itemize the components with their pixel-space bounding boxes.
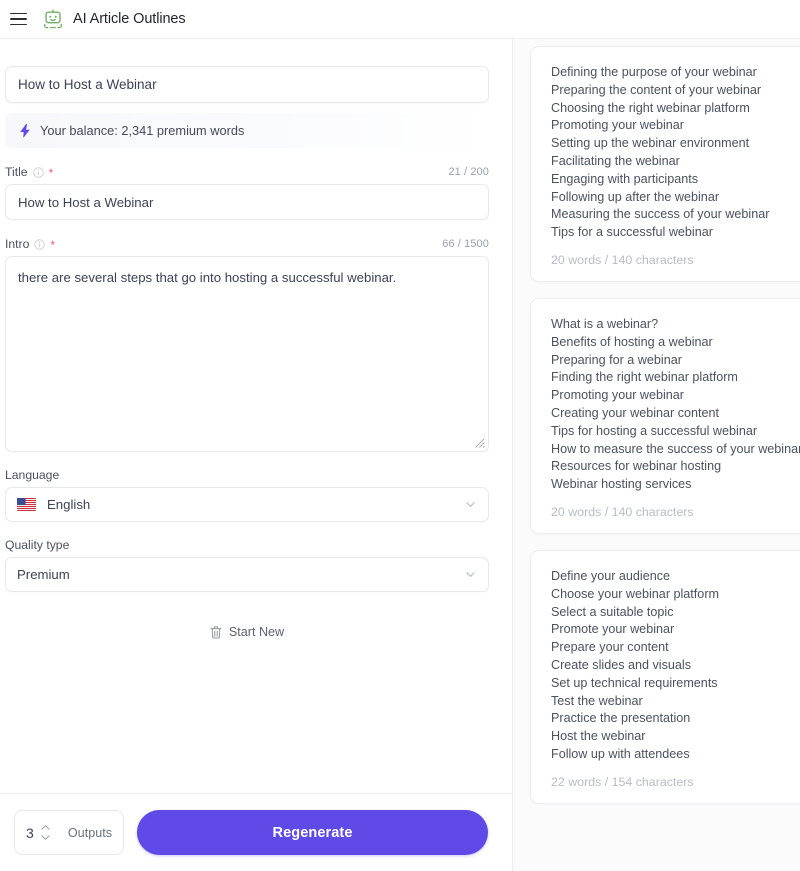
results-panel[interactable]: Defining the purpose of your webinar Prep…: [513, 39, 800, 871]
intro-label: Intro: [5, 237, 30, 251]
outline-line: Promote your webinar: [551, 622, 675, 637]
outline-line: Preparing for a webinar: [551, 352, 682, 367]
form-panel: Your balance: 2,341 premium words Title …: [0, 39, 513, 871]
intro-char-counter: 66 / 1500: [442, 238, 489, 250]
outline-line: Choose your webinar platform: [551, 586, 719, 601]
topic-input[interactable]: [5, 66, 489, 103]
regenerate-button[interactable]: Regenerate: [137, 810, 488, 855]
result-card[interactable]: What is a webinar? Benefits of hosting a …: [530, 297, 800, 534]
outline-line: Create slides and visuals: [551, 657, 692, 672]
intro-textarea[interactable]: there are several steps that go into hos…: [5, 256, 489, 452]
outline-line: How to measure the success of your webin…: [551, 441, 800, 456]
outline-line: Choosing the right webinar platform: [551, 100, 750, 115]
start-new-label: Start New: [228, 625, 285, 639]
outline-line: Measuring the success of your webinar: [551, 207, 770, 222]
result-card-meta: 20 words / 140 characters: [551, 252, 694, 267]
title-char-counter: 21 / 200: [448, 166, 489, 178]
outputs-stepper-arrows[interactable]: [41, 825, 50, 840]
quality-type-select[interactable]: Premium: [5, 557, 489, 592]
info-circle-icon[interactable]: [32, 166, 44, 178]
outline-line: Follow up with attendees: [551, 746, 690, 761]
start-new-button[interactable]: Start New: [204, 621, 290, 643]
language-select[interactable]: English: [5, 487, 489, 522]
app-root: AI Article Outlines Your balance: 2,341 …: [0, 0, 800, 871]
outline-line: Preparing the content of your webinar: [551, 82, 762, 97]
results-list: Defining the purpose of your webinar Prep…: [530, 46, 800, 804]
hamburger-bar: [10, 23, 27, 26]
intro-field-header: Intro * 66 / 1500: [5, 237, 489, 251]
outline-line: Prepare your content: [551, 640, 669, 655]
outline-line: Following up after the webinar: [551, 189, 720, 204]
hamburger-bar: [10, 18, 27, 20]
result-card-meta: 20 words / 140 characters: [551, 504, 694, 519]
outputs-value: 3: [26, 824, 34, 841]
quality-type-label: Quality type: [5, 538, 70, 552]
chevron-down-icon: [466, 502, 475, 507]
title-input[interactable]: [5, 184, 489, 220]
lightning-bolt-icon: [20, 123, 30, 138]
form-scroll-area: Your balance: 2,341 premium words Title …: [0, 39, 512, 793]
outline-line: Engaging with participants: [551, 171, 699, 186]
start-new-row: Start New: [5, 621, 489, 643]
outline-line: What is a webinar?: [551, 316, 659, 331]
language-label: Language: [5, 468, 60, 482]
language-value: English: [47, 497, 91, 512]
outputs-stepper[interactable]: 3 Outputs: [14, 810, 124, 855]
result-card-meta: 22 words / 154 characters: [551, 774, 694, 789]
outline-line: Tips for a successful webinar: [551, 225, 713, 240]
info-circle-icon[interactable]: [34, 238, 46, 250]
outline-line: Tips for hosting a successful webinar: [551, 423, 758, 438]
hamburger-menu-icon[interactable]: [10, 10, 30, 28]
chevron-up-icon[interactable]: [41, 825, 50, 830]
action-bar: 3 Outputs Regenerate: [0, 793, 512, 871]
robot-outline-icon: [44, 9, 62, 29]
outline-line: Define your audience: [551, 568, 671, 583]
balance-banner: Your balance: 2,341 premium words: [5, 113, 489, 148]
outline-line: Finding the right webinar platform: [551, 370, 738, 385]
outputs-label: Outputs: [67, 825, 112, 840]
outline-line: Defining the purpose of your webinar: [551, 65, 757, 79]
required-asterisk: *: [48, 166, 54, 180]
intro-textarea-wrapper: there are several steps that go into hos…: [5, 256, 489, 452]
us-flag-icon: [17, 498, 36, 511]
outline-line: Set up technical requirements: [551, 675, 718, 690]
required-asterisk: *: [50, 238, 56, 252]
outline-line: Promoting your webinar: [551, 388, 684, 403]
title-field-header: Title * 21 / 200: [5, 165, 489, 179]
outline-line: Test the webinar: [551, 693, 643, 708]
outline-line: Facilitating the webinar: [551, 153, 680, 168]
chevron-down-icon[interactable]: [41, 835, 50, 840]
hamburger-bar: [10, 12, 27, 15]
outline-line: Resources for webinar hosting: [551, 459, 722, 474]
trash-icon: [210, 625, 222, 638]
outline-line: Benefits of hosting a webinar: [551, 334, 713, 349]
app-header: AI Article Outlines: [0, 0, 800, 39]
title-label: Title: [5, 165, 28, 179]
result-card[interactable]: Defining the purpose of your webinar Prep…: [530, 46, 800, 282]
outline-line: Host the webinar: [551, 729, 646, 744]
outline-line: Setting up the webinar environment: [551, 136, 750, 151]
balance-text: Your balance: 2,341 premium words: [40, 123, 245, 138]
outline-line: Practice the presentation: [551, 711, 691, 726]
result-card[interactable]: Define your audience Choose your webinar …: [530, 549, 800, 804]
quality-type-value: Premium: [17, 567, 70, 582]
outline-line: Creating your webinar content: [551, 405, 720, 420]
outline-line: Select a suitable topic: [551, 604, 674, 619]
outline-line: Promoting your webinar: [551, 118, 684, 133]
page-title: AI Article Outlines: [73, 11, 186, 27]
outline-line: Webinar hosting services: [551, 477, 692, 492]
chevron-down-icon: [466, 572, 475, 577]
